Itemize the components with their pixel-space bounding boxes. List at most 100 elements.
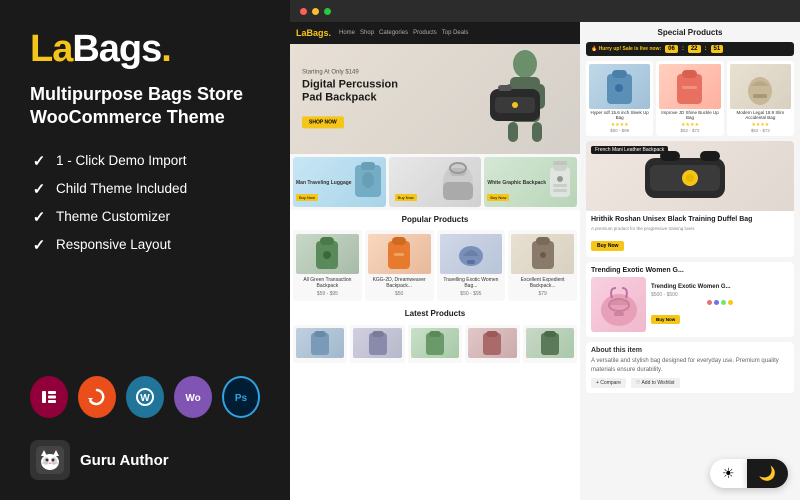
product-card-4: Excellent Expedient Backpack... $79 (508, 230, 577, 301)
hero-cta-button[interactable]: SHOP NOW (302, 117, 344, 129)
latest-products-title: Latest Products (290, 304, 580, 321)
latest-img-4 (468, 328, 516, 358)
guru-author: Guru Author (30, 440, 260, 480)
product-name-3: Travelling Exotic Women Bag... (440, 277, 503, 289)
check-icon-1: ✓ (30, 152, 48, 170)
right-panel: LaBags. Home Shop Categories Products To… (290, 0, 800, 500)
nav-link-shop: Shop (360, 30, 374, 36)
dark-mode-option[interactable]: 🌙 (747, 459, 788, 488)
nav-link-topdeals: Top Deals (442, 30, 469, 36)
featured-buy-button[interactable]: Buy Now (591, 241, 624, 251)
product-card-1: All Green Transaction Backpack $59 - $95 (293, 230, 362, 301)
browser-bar (290, 0, 800, 22)
special-product-name-2: Improve JD Shine Buckle Up Bag (659, 111, 720, 121)
guru-label: Guru Author (80, 452, 169, 469)
sub-banner-2: Buy Now (389, 157, 482, 207)
popular-products-grid: All Green Transaction Backpack $59 - $95… (290, 227, 580, 304)
nav-link-products: Products (413, 30, 437, 36)
color-swatches (651, 300, 789, 305)
guru-icon (30, 440, 70, 480)
wishlist-button[interactable]: ♡ Add to Wishlist (631, 378, 680, 388)
special-product-2: Improve JD Shine Buckle Up Bag ★★★★ $52 … (656, 61, 723, 136)
hero-starting: Starting At Only $149 (302, 69, 398, 75)
store-sidebar-preview: Special Products 🔥 Hurry up! Sale is liv… (580, 22, 800, 500)
latest-img-2 (353, 328, 401, 358)
logo-dot: . (161, 28, 171, 70)
trending-product-name: Trending Exotic Women G... (651, 284, 789, 290)
svg-text:Wo: Wo (185, 393, 200, 404)
hero-banner: Starting At Only $149 Digital Percussion… (290, 44, 580, 154)
special-products-title: Special Products (586, 28, 794, 37)
product-price-1: $59 - $95 (296, 291, 359, 297)
featured-product-card: French Mani Leather Backpack Hrithik Ros… (586, 141, 794, 257)
timer-sep-1: : (682, 46, 684, 52)
special-product-name-3: Modern Legal 18.9 Slim Accidental Bag (730, 111, 791, 121)
trending-buy-button[interactable]: Buy Now (651, 315, 680, 324)
latest-img-3 (411, 328, 459, 358)
product-img-1 (296, 234, 359, 274)
product-img-4 (511, 234, 574, 274)
brand-logo: LaBags. (30, 28, 260, 71)
store-main-preview: LaBags. Home Shop Categories Products To… (290, 22, 580, 500)
compare-button[interactable]: + Compare (591, 378, 626, 388)
special-product-name-1: Hyper sdf 15.6 inch Sleek Up Bag (589, 111, 650, 121)
feature-item-1: ✓ 1 - Click Demo Import (30, 152, 260, 170)
hero-bag-image (480, 49, 570, 149)
light-mode-option[interactable]: ☀ (710, 459, 747, 488)
latest-item-3 (408, 325, 462, 363)
product-name-2: KGG-2D, Dreamweaver Backpack... (368, 277, 431, 289)
nav-link-categories: Categories (379, 30, 408, 36)
featured-product-info: Hrithik Roshan Unisex Black Training Duf… (586, 211, 794, 257)
sub-banner-3-label: White Graphic Backpack (487, 181, 546, 187)
product-name-4: Excellent Expedient Backpack... (511, 277, 574, 289)
svg-text:Ps: Ps (235, 393, 248, 404)
sub-banner-3: White Graphic Backpack Buy Now (484, 157, 577, 207)
product-price-2: $50 (368, 291, 431, 297)
hero-title: Digital Percussion Pad Backpack (302, 78, 398, 104)
trending-section: Trending Exotic Women G... (586, 262, 794, 337)
left-panel: LaBags. Multipurpose Bags Store WooComme… (0, 0, 290, 500)
check-icon-3: ✓ (30, 208, 48, 226)
latest-img-1 (296, 328, 344, 358)
feature-item-2: ✓ Child Theme Included (30, 180, 260, 198)
dark-mode-toggle[interactable]: ☀ 🌙 (710, 459, 788, 488)
sun-icon: ☀ (722, 465, 735, 481)
special-product-3: Modern Legal 18.9 Slim Accidental Bag ★★… (727, 61, 794, 136)
special-product-img-1 (589, 64, 650, 109)
about-item-title: About this item (591, 347, 789, 354)
check-icon-4: ✓ (30, 236, 48, 254)
latest-img-5 (526, 328, 574, 358)
swatch-blue[interactable] (714, 300, 719, 305)
tagline: Multipurpose Bags Store WooCommerce Them… (30, 83, 260, 130)
nav-link-home: Home (339, 30, 355, 36)
browser-dot-green (324, 8, 331, 15)
tech-icons-row: W Wo Ps (30, 376, 260, 418)
hero-text: Starting At Only $149 Digital Percussion… (302, 69, 398, 128)
featured-product-name: Hrithik Roshan Unisex Black Training Duf… (591, 216, 789, 224)
timer-hours: 06 (665, 45, 678, 53)
trending-product-image (591, 277, 646, 332)
browser-dot-yellow (312, 8, 319, 15)
swatch-green[interactable] (721, 300, 726, 305)
swatch-red[interactable] (707, 300, 712, 305)
logo-bags: Bags (72, 28, 161, 70)
sub-banner-2-btn[interactable]: Buy Now (395, 194, 417, 201)
sub-banner-3-btn[interactable]: Buy Now (487, 194, 509, 201)
store-nav: LaBags. Home Shop Categories Products To… (290, 22, 580, 44)
sub-banners-row: Man Traveling Luggage Buy Now (290, 154, 580, 210)
featured-product-image: French Mani Leather Backpack (586, 141, 794, 211)
latest-item-1 (293, 325, 347, 363)
svg-text:W: W (140, 393, 150, 404)
special-product-price-2: $52 - $72 (659, 128, 720, 133)
check-icon-2: ✓ (30, 180, 48, 198)
sub-banner-1-btn[interactable]: Buy Now (296, 194, 318, 201)
photoshop-icon: Ps (222, 376, 260, 418)
swatch-yellow[interactable] (728, 300, 733, 305)
special-product-img-3 (730, 64, 791, 109)
special-product-1: Hyper sdf 15.6 inch Sleek Up Bag ★★★★ $5… (586, 61, 653, 136)
features-list: ✓ 1 - Click Demo Import ✓ Child Theme In… (30, 152, 260, 254)
browser-dot-red (300, 8, 307, 15)
about-item-section: About this item A versatile and stylish … (586, 342, 794, 393)
woocommerce-icon: Wo (174, 376, 212, 418)
elementor-icon (30, 376, 68, 418)
